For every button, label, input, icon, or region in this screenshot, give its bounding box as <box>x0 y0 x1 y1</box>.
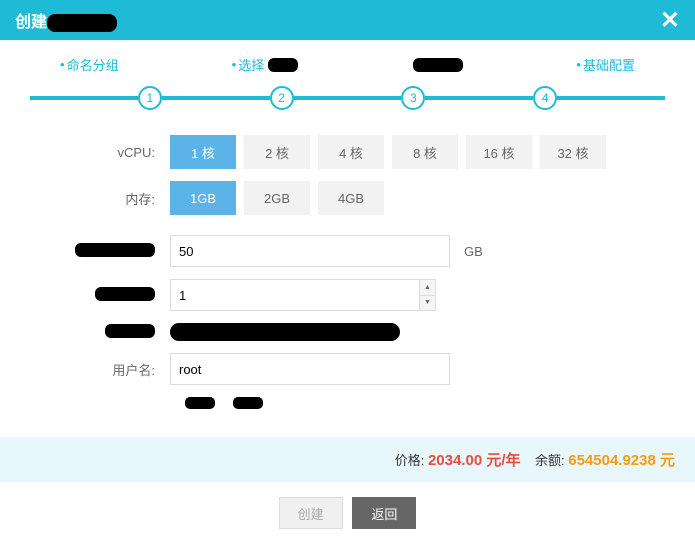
balance-label: 余额: <box>535 453 565 468</box>
redacted-step3 <box>413 58 463 72</box>
row-subredact <box>185 397 655 409</box>
memory-option-4gb[interactable]: 4GB <box>318 181 384 215</box>
dialog-title: 创建 <box>15 8 117 32</box>
step-label-3[interactable] <box>411 55 463 74</box>
dialog-header: 创建 ✕ <box>0 0 695 40</box>
vcpu-options: 1 核 2 核 4 核 8 核 16 核 32 核 <box>170 135 655 169</box>
vcpu-option-32[interactable]: 32 核 <box>540 135 606 169</box>
count-down-icon[interactable]: ▼ <box>420 296 435 311</box>
title-prefix: 创建 <box>15 14 47 31</box>
memory-option-1gb[interactable]: 1GB <box>170 181 236 215</box>
step-progress: 1 2 3 4 <box>30 86 665 110</box>
count-input[interactable] <box>170 279 420 311</box>
username-input[interactable] <box>170 353 450 385</box>
price-bar: 价格: 2034.00 元/年 余额: 654504.9238 元 <box>0 437 695 482</box>
row-vcpu: vCPU: 1 核 2 核 4 核 8 核 16 核 32 核 <box>40 135 655 169</box>
step-label-4[interactable]: •基础配置 <box>576 55 635 74</box>
step-circle-4[interactable]: 4 <box>533 86 557 110</box>
step-label-2[interactable]: •选择 <box>232 55 299 74</box>
memory-options: 1GB 2GB 4GB <box>170 181 655 215</box>
create-button[interactable]: 创建 <box>279 497 343 529</box>
disk-size-input[interactable] <box>170 235 450 267</box>
back-button[interactable]: 返回 <box>352 497 416 529</box>
balance-value: 654504.9238 元 <box>568 452 675 469</box>
step-circle-1[interactable]: 1 <box>138 86 162 110</box>
step-label-1[interactable]: •命名分组 <box>60 55 119 74</box>
redacted-content <box>170 323 400 341</box>
label-count <box>40 287 170 304</box>
label-disk <box>40 243 170 260</box>
vcpu-option-2[interactable]: 2 核 <box>244 135 310 169</box>
redacted-step2 <box>268 58 298 72</box>
price-label: 价格: <box>395 453 425 468</box>
label-memory: 内存: <box>40 189 170 208</box>
vcpu-option-8[interactable]: 8 核 <box>392 135 458 169</box>
row-count: ▲ ▼ <box>40 279 655 311</box>
vcpu-option-16[interactable]: 16 核 <box>466 135 532 169</box>
close-icon[interactable]: ✕ <box>660 6 680 35</box>
label-vcpu: vCPU: <box>40 145 170 160</box>
memory-option-2gb[interactable]: 2GB <box>244 181 310 215</box>
step-labels: •命名分组 •选择 •基础配置 <box>30 55 665 74</box>
disk-unit: GB <box>464 244 483 259</box>
row-memory: 内存: 1GB 2GB 4GB <box>40 181 655 215</box>
step-circle-2[interactable]: 2 <box>270 86 294 110</box>
row-redacted <box>40 323 655 341</box>
row-disk: GB <box>40 235 655 267</box>
price-value: 2034.00 元/年 <box>428 452 521 469</box>
row-username: 用户名: <box>40 353 655 385</box>
step-circle-3[interactable]: 3 <box>401 86 425 110</box>
config-form: vCPU: 1 核 2 核 4 核 8 核 16 核 32 核 内存: 1GB … <box>0 120 695 429</box>
footer-actions: 创建 返回 <box>0 482 695 549</box>
vcpu-option-4[interactable]: 4 核 <box>318 135 384 169</box>
label-username: 用户名: <box>40 360 170 379</box>
wizard-steps: •命名分组 •选择 •基础配置 1 2 3 4 <box>0 40 695 120</box>
redacted-title <box>47 14 117 32</box>
count-spinner: ▲ ▼ <box>170 279 436 311</box>
vcpu-option-1[interactable]: 1 核 <box>170 135 236 169</box>
count-up-icon[interactable]: ▲ <box>420 280 435 296</box>
